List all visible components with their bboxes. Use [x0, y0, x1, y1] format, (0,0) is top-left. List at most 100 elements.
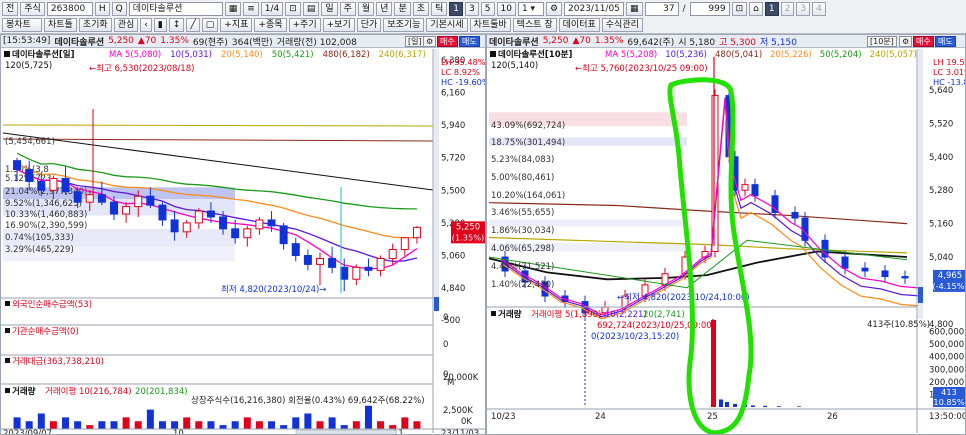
legend-ma-4: 50(5,204) — [820, 50, 862, 60]
calc-icon[interactable]: 1/4 — [260, 2, 284, 16]
legend-ma-5: 240(5,057) — [870, 50, 917, 60]
period-tick[interactable]: 틱 — [431, 2, 448, 16]
period-year[interactable]: 년 — [376, 2, 393, 16]
minute-5-button[interactable]: 5 — [480, 2, 495, 16]
aux-function-button[interactable]: 보조기능 — [383, 18, 425, 32]
price-scrollbar[interactable] — [918, 49, 923, 319]
grid-icon[interactable]: ▦ — [224, 2, 242, 16]
page-3-button[interactable]: 3 — [796, 2, 811, 16]
count-input[interactable]: 37 — [644, 2, 679, 16]
legend-ma-5: 240(6,317) — [379, 50, 426, 60]
bar-icon[interactable]: ▮ — [153, 18, 167, 32]
minute-value-select[interactable]: 1 ▾ — [517, 2, 544, 16]
minute-3-button[interactable]: 3 — [465, 2, 479, 16]
time-scrollbar[interactable] — [295, 429, 397, 435]
x-axis-label: 26 — [827, 412, 838, 422]
price-scrollbar[interactable] — [434, 49, 439, 299]
quote-icon[interactable]: Q — [111, 2, 127, 16]
subpanel-marker-icon — [5, 388, 10, 393]
legend-ma-1: 10(5,236) — [665, 50, 707, 60]
volume-bar — [340, 425, 348, 429]
candle — [861, 267, 869, 272]
watchlist-button[interactable]: 관심 — [113, 18, 139, 32]
page-4-button[interactable]: 4 — [812, 2, 826, 16]
box-icon[interactable]: ▢ — [201, 18, 219, 32]
data-table-button[interactable]: 데이터표 — [558, 18, 600, 32]
volume-max-label: 413주(10.85%) — [867, 320, 930, 330]
candle — [741, 184, 749, 191]
candle — [303, 255, 312, 265]
period-week[interactable]: 주 — [339, 2, 356, 16]
volume-profile-label: 3.46%(55,655) — [491, 208, 554, 218]
stock-info-icon[interactable]: ▤ — [302, 2, 320, 16]
nav-left-icon[interactable]: ‹ — [140, 18, 152, 32]
period-month[interactable]: 월 — [357, 2, 375, 16]
price-axis-label: 5,720 — [441, 154, 465, 164]
period-minute[interactable]: 분 — [394, 2, 411, 16]
lock-icon[interactable]: ⌂ — [749, 2, 763, 16]
text-window-button[interactable]: 텍스트 창 — [512, 18, 557, 32]
add-period-button[interactable]: +주기 — [288, 18, 321, 32]
unit-price-button[interactable]: 단가 — [356, 18, 382, 32]
candle — [364, 266, 373, 271]
daily-chart-canvas[interactable]: 데이타솔루션[일] MA 5(5,080) 10(5,031) 20(5,140) 50… — [1, 35, 486, 435]
view-count-spin-icon[interactable]: ⊡ — [731, 2, 748, 16]
price-axis-label: 5,640 — [929, 86, 953, 96]
page-1-button[interactable]: 1 — [764, 2, 779, 16]
add-indicator-button[interactable]: +지표 — [220, 18, 253, 32]
subpanel-axis-label: 0 — [443, 340, 448, 350]
minute-1-button[interactable]: 1 — [449, 2, 464, 16]
settings-icon[interactable]: ⚙ — [545, 2, 563, 16]
add-view-button[interactable]: +보기 — [322, 18, 355, 32]
lh-stat: LH 35.48% — [441, 57, 486, 67]
volume-bar — [146, 409, 154, 429]
date-input[interactable]: 2023/11/05 — [564, 2, 625, 16]
candle — [316, 257, 324, 265]
market-select[interactable]: 전 — [2, 2, 19, 16]
stock-code-input[interactable]: 263800 — [46, 2, 93, 16]
volume-bar — [171, 421, 179, 429]
volume-bar — [195, 421, 203, 429]
zoom-icon[interactable]: ⊡ — [285, 2, 301, 16]
volume-profile-label: 0.74%(105,333) — [5, 233, 74, 243]
ma10-line — [500, 99, 920, 318]
add-stock-button[interactable]: +종목 — [254, 18, 287, 32]
volume-profile-label: 5.23%(84,083) — [491, 155, 554, 165]
chart-frame-button[interactable]: 차트틀 — [44, 18, 77, 32]
scale-icon[interactable]: ↕ — [168, 18, 185, 32]
line-icon[interactable]: ╱ — [186, 18, 200, 32]
subpanel-title: 외국인순매수금액(53) — [12, 299, 92, 310]
volume-bar — [183, 417, 191, 429]
legend-stock-name: 데이타솔루션[일] — [12, 49, 75, 60]
volume-ma10: 10(2,221) — [605, 310, 647, 320]
x-axis-label: 10/23 — [491, 412, 516, 422]
toolbar-row-1: 전 주식 263800 H Q 데이타솔루션 ▦ ≡ 1/4 ⊡ ▤ 일 주 월… — [0, 1, 826, 17]
price-axis-label: 5,520 — [929, 119, 953, 129]
chart-toolbar-button[interactable]: 차트툴바 — [469, 18, 511, 32]
period-day[interactable]: 일 — [321, 2, 338, 16]
page-2-button[interactable]: 2 — [780, 2, 795, 16]
candle-chart-button[interactable]: 봉차트 — [2, 18, 42, 32]
calendar-icon[interactable]: ▦ — [626, 2, 643, 16]
volume-bar — [268, 421, 276, 429]
candle — [170, 219, 179, 233]
reset-button[interactable]: 초기화 — [78, 18, 112, 32]
scroll-thumb[interactable] — [434, 297, 439, 311]
volume-bar — [364, 405, 372, 429]
minute-10-button[interactable]: 10 — [496, 2, 516, 16]
period-second[interactable]: 초 — [412, 2, 430, 16]
scroll-thumb[interactable] — [918, 287, 923, 303]
volume-bar — [352, 421, 360, 429]
minute-chart-canvas[interactable]: 데이타솔루션[10분] MA 5(5,208) 10(5,236) 480(5,041… — [487, 35, 966, 435]
formula-manage-button[interactable]: 수식관리 — [601, 18, 643, 32]
hc-stat: HC -13.80% — [933, 77, 966, 87]
basic-quote-button[interactable]: 기본시세 — [426, 18, 468, 32]
view-count-input[interactable]: 999 — [689, 2, 730, 16]
volume-profile-label: (5,454,661) — [5, 137, 55, 147]
nav-icon[interactable]: ≡ — [243, 2, 259, 16]
type-select[interactable]: 주식 — [20, 2, 45, 16]
candle — [85, 194, 94, 203]
search-stock-icon[interactable]: H — [94, 2, 110, 16]
lc-stat: LC 8.92% — [441, 67, 480, 77]
x-axis-label: 23/11/03 — [441, 429, 479, 435]
